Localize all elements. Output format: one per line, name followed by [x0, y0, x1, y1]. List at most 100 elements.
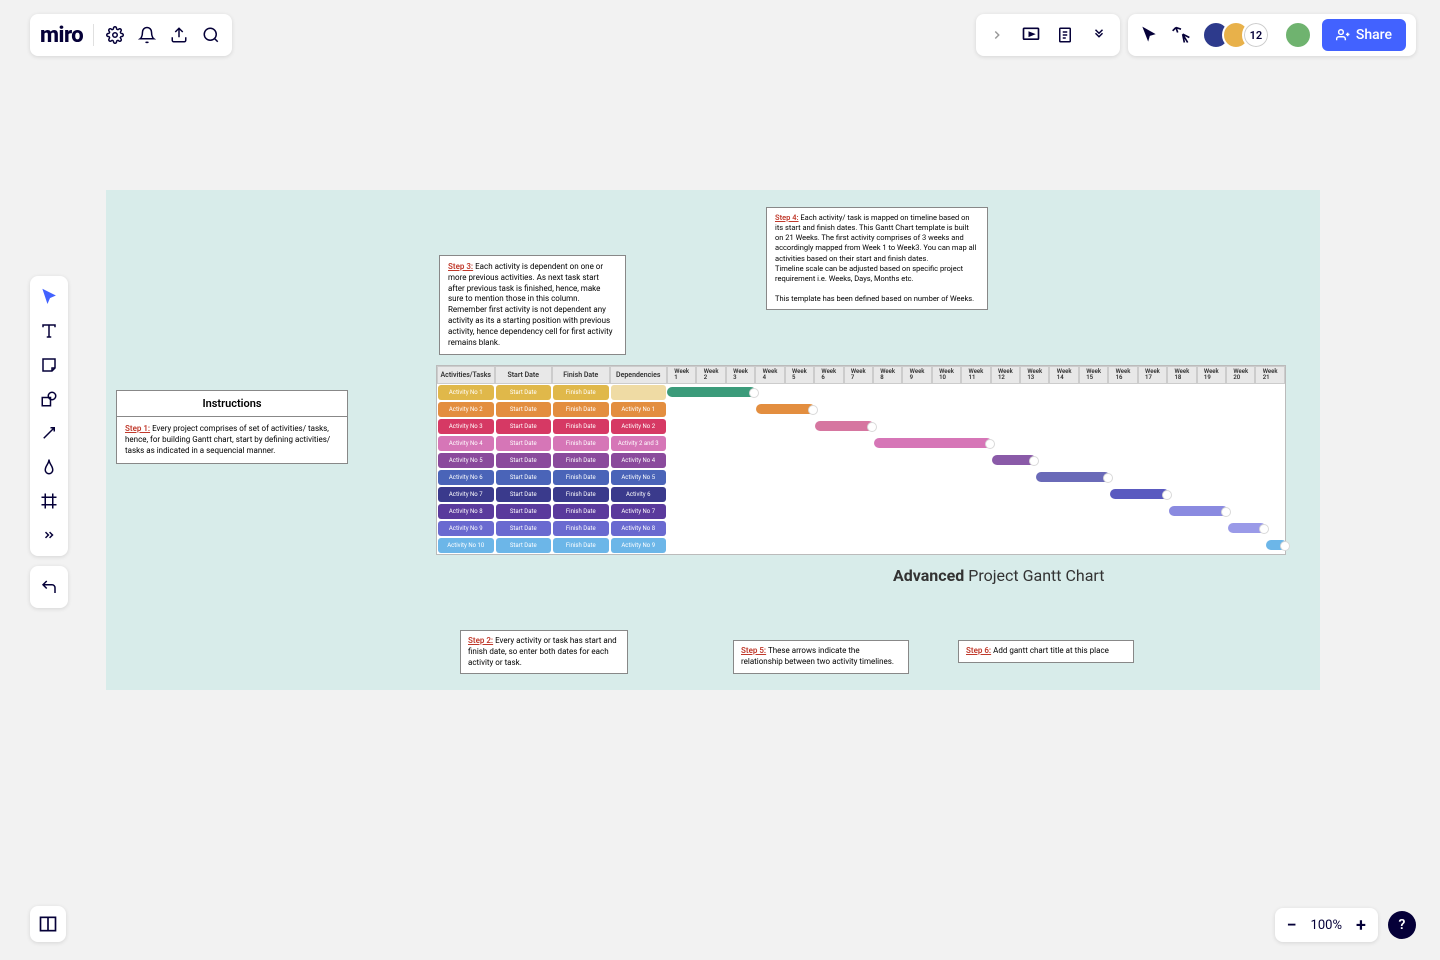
shape-tool-icon[interactable] [34, 384, 64, 414]
table-row[interactable]: Activity No 3Start DateFinish DateActivi… [437, 418, 667, 435]
cell-pill: Activity No 10 [438, 538, 494, 553]
reactions-icon[interactable] [1170, 24, 1192, 46]
table-row[interactable]: Activity No 9Start DateFinish DateActivi… [437, 520, 667, 537]
cell-pill: Start Date [496, 436, 552, 451]
week-header: Week13 [1020, 366, 1049, 384]
cell-pill: Activity No 7 [438, 487, 494, 502]
gantt-area: Week1Week2Week3Week4Week5Week6Week7Week8… [667, 366, 1285, 554]
table-row[interactable]: Activity No 5Start DateFinish DateActivi… [437, 452, 667, 469]
present-icon[interactable] [1020, 24, 1042, 46]
cell-pill: Finish Date [553, 385, 609, 400]
week-header: Week19 [1197, 366, 1226, 384]
week-header: Week15 [1079, 366, 1108, 384]
avatar-count[interactable]: 12 [1242, 21, 1270, 49]
week-header: Week6 [814, 366, 843, 384]
gantt-bar[interactable] [874, 438, 992, 448]
step4-box[interactable]: Step 4: Each activity/ task is mapped on… [766, 207, 988, 310]
sticky-tool-icon[interactable] [34, 350, 64, 380]
logo[interactable]: miro [40, 23, 83, 48]
col-header: Finish Date [552, 366, 610, 384]
more-icon[interactable] [1088, 24, 1110, 46]
notes-icon[interactable] [1054, 24, 1076, 46]
line-tool-icon[interactable] [34, 418, 64, 448]
step5-box[interactable]: Step 5: These arrows indicate the relati… [733, 640, 909, 674]
week-header: Week4 [755, 366, 784, 384]
cell-pill: Activity No 8 [611, 521, 667, 536]
avatars[interactable]: 12 [1202, 21, 1270, 49]
cursor-icon[interactable] [1138, 24, 1160, 46]
zoom-in-button[interactable]: + [1352, 915, 1370, 936]
canvas[interactable]: Instructions Step 1: Every project compr… [106, 190, 1320, 690]
export-icon[interactable] [168, 24, 190, 46]
week-header: Week12 [991, 366, 1020, 384]
cell-pill: Activity 2 and 3 [611, 436, 667, 451]
collab-group: 12 Share [1128, 14, 1416, 56]
bell-icon[interactable] [136, 24, 158, 46]
table-row[interactable]: Activity No 2Start DateFinish DateActivi… [437, 401, 667, 418]
frame-tool-icon[interactable] [34, 486, 64, 516]
step2-box[interactable]: Step 2: Every activity or task has start… [460, 630, 628, 674]
week-header: Week10 [932, 366, 961, 384]
week-header: Week20 [1226, 366, 1255, 384]
search-icon[interactable] [200, 24, 222, 46]
help-button[interactable]: ? [1388, 911, 1416, 939]
cell-pill: Activity No 5 [438, 453, 494, 468]
avatar-self[interactable] [1284, 21, 1312, 49]
cell-pill: Finish Date [553, 538, 609, 553]
gantt-sheet[interactable]: Activities/TasksStart DateFinish DateDep… [436, 365, 1286, 555]
zoom-out-button[interactable]: − [1283, 915, 1301, 936]
cell-pill: Finish Date [553, 402, 609, 417]
gantt-bar[interactable] [1228, 523, 1266, 533]
data-table: Activities/TasksStart DateFinish DateDep… [437, 366, 667, 554]
week-header: Week18 [1167, 366, 1196, 384]
zoom-group: − 100% + [1275, 908, 1378, 942]
instructions-box[interactable]: Instructions Step 1: Every project compr… [116, 390, 348, 464]
share-button[interactable]: Share [1322, 19, 1406, 51]
col-header: Dependencies [610, 366, 668, 384]
gantt-bar[interactable] [756, 404, 815, 414]
table-row[interactable]: Activity No 6Start DateFinish DateActivi… [437, 469, 667, 486]
cell-pill: Activity No 4 [611, 453, 667, 468]
table-row[interactable]: Activity No 10Start DateFinish DateActiv… [437, 537, 667, 554]
cell-pill: Activity No 8 [438, 504, 494, 519]
left-toolbar [30, 276, 68, 608]
top-right-toolbar: 12 Share [976, 14, 1416, 56]
table-row[interactable]: Activity No 8Start DateFinish DateActivi… [437, 503, 667, 520]
step6-box[interactable]: Step 6: Add gantt chart title at this pl… [958, 640, 1134, 663]
frames-panel-icon[interactable] [30, 906, 66, 942]
settings-icon[interactable] [104, 24, 126, 46]
zoom-controls: − 100% + ? [1275, 908, 1416, 942]
gantt-bar[interactable] [1036, 472, 1110, 482]
cell-pill: Finish Date [553, 419, 609, 434]
table-row[interactable]: Activity No 7Start DateFinish DateActivi… [437, 486, 667, 503]
step3-box[interactable]: Step 3: Each activity is dependent on on… [439, 255, 626, 355]
gantt-bar[interactable] [1110, 489, 1169, 499]
zoom-value[interactable]: 100% [1311, 918, 1342, 933]
week-header: Week14 [1049, 366, 1078, 384]
more-tools-icon[interactable] [34, 520, 64, 550]
gantt-title[interactable]: Advanced Project Gantt Chart [893, 566, 1104, 585]
table-row[interactable]: Activity No 1Start DateFinish Date [437, 384, 667, 401]
table-row[interactable]: Activity No 4Start DateFinish DateActivi… [437, 435, 667, 452]
cell-pill: Start Date [496, 453, 552, 468]
week-header: Week21 [1255, 366, 1284, 384]
week-header: Week1 [667, 366, 696, 384]
pen-tool-icon[interactable] [34, 452, 64, 482]
cell-pill: Start Date [496, 470, 552, 485]
undo-icon[interactable] [34, 572, 64, 602]
cell-pill [611, 385, 667, 400]
select-tool-icon[interactable] [34, 282, 64, 312]
gantt-bar[interactable] [992, 455, 1036, 465]
cell-pill: Start Date [496, 385, 552, 400]
gantt-bar[interactable] [667, 387, 756, 397]
cell-pill: Finish Date [553, 504, 609, 519]
text-tool-icon[interactable] [34, 316, 64, 346]
cell-pill: Start Date [496, 504, 552, 519]
gantt-bar[interactable] [1169, 506, 1228, 516]
week-header: Week11 [961, 366, 990, 384]
step1-text: Step 1: Every project comprises of set o… [117, 417, 347, 463]
chevron-right-icon[interactable] [986, 24, 1008, 46]
gantt-bar[interactable] [815, 421, 874, 431]
week-header: Week9 [902, 366, 931, 384]
gantt-bar[interactable] [1266, 540, 1287, 550]
